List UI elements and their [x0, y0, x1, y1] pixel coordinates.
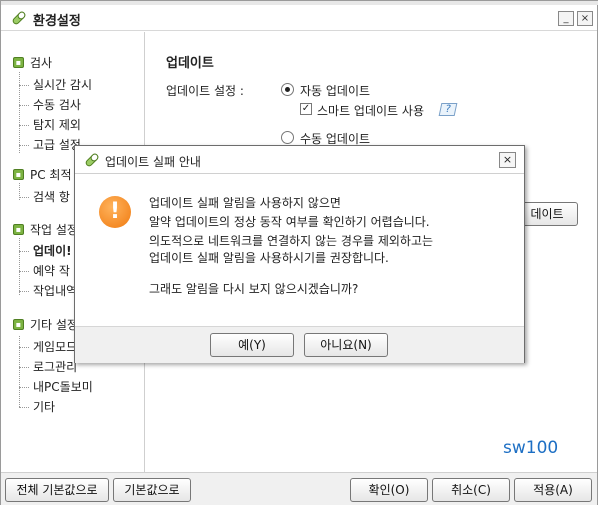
- sidebar-item-search[interactable]: 검색 항: [19, 189, 70, 205]
- sidebar-section-label: 기타 설정: [30, 317, 78, 332]
- watermark-text: sw100: [503, 438, 559, 458]
- dialog-message-line: 알약 업데이트의 정상 동작 여부를 확인하기 어렵습니다.: [149, 215, 430, 229]
- pill-icon: [12, 11, 26, 25]
- title-bar: 환경설정 _ ×: [1, 5, 597, 31]
- sidebar-item-mypc[interactable]: 내PC돌보미: [19, 379, 93, 395]
- dialog-close-button[interactable]: ×: [499, 152, 516, 168]
- sidebar-item-game-mode[interactable]: 게임모드: [18, 339, 77, 355]
- green-bullet-icon: ▪: [13, 223, 24, 235]
- dialog-message-line: 업데이트 실패 알림을 사용하지 않으면: [149, 196, 341, 210]
- auto-update-label[interactable]: 자동 업데이트: [300, 82, 370, 99]
- help-icon[interactable]: ?: [438, 103, 458, 116]
- sidebar-section-label: 작업 설정: [30, 222, 78, 237]
- sidebar-item-history[interactable]: 작업내역: [18, 283, 77, 299]
- sidebar-item-manual-scan[interactable]: 수동 검사: [19, 97, 81, 113]
- dialog-footer: 예(Y) 아니요(N): [75, 326, 524, 363]
- warning-icon: !: [99, 196, 131, 228]
- green-bullet-icon: ▪: [13, 56, 24, 68]
- sidebar-section-label: PC 최적: [30, 167, 72, 182]
- sidebar-section-label: 검사: [30, 55, 53, 70]
- update-now-button[interactable]: 데이트: [516, 202, 578, 226]
- dialog-message-line: 업데이트 실패 알림을 사용하시기를 권장합니다.: [149, 251, 389, 265]
- cancel-button[interactable]: 취소(C): [432, 478, 510, 502]
- sidebar-item-log[interactable]: 로그관리: [18, 359, 77, 375]
- auto-update-radio[interactable]: [281, 83, 294, 96]
- sidebar-item-schedule[interactable]: 예약 작: [19, 263, 70, 279]
- ok-button[interactable]: 확인(O): [350, 478, 428, 502]
- green-bullet-icon: ▪: [13, 318, 24, 330]
- manual-update-radio[interactable]: [281, 131, 294, 144]
- close-button[interactable]: ×: [577, 11, 593, 26]
- sidebar-item-update[interactable]: 업데이!: [19, 243, 72, 259]
- reset-all-button[interactable]: 전체 기본값으로: [5, 478, 109, 502]
- smart-update-checkbox[interactable]: ✓: [300, 103, 312, 115]
- sidebar-section-etc[interactable]: ▪ 기타 설정: [13, 316, 78, 332]
- dialog-title: 업데이트 실패 안내: [105, 155, 201, 169]
- page-title: 업데이트: [166, 56, 214, 71]
- apply-button[interactable]: 적용(A): [514, 478, 592, 502]
- minimize-button[interactable]: _: [558, 11, 574, 26]
- dialog-question: 그래도 알림을 다시 보지 않으시겠습니까?: [149, 282, 359, 296]
- window-title: 환경설정: [33, 14, 81, 29]
- sidebar-section-scan[interactable]: ▪ 검사: [13, 54, 52, 70]
- tree-line: [19, 238, 20, 295]
- update-setting-label: 업데이트 설정 :: [166, 84, 244, 98]
- smart-update-label[interactable]: 스마트 업데이트 사용: [317, 102, 424, 119]
- pill-icon: [85, 153, 99, 167]
- update-fail-dialog: 업데이트 실패 안내 × ! 업데이트 실패 알림을 사용하지 않으면 알약 업…: [74, 145, 525, 363]
- sidebar-item-realtime[interactable]: 실시간 감시: [18, 77, 92, 93]
- sidebar-item-etc[interactable]: 기타: [18, 399, 55, 415]
- sidebar-section-pc-optimize[interactable]: ▪ PC 최적: [13, 166, 72, 182]
- yes-button[interactable]: 예(Y): [210, 333, 294, 357]
- bottom-bar: 전체 기본값으로 기본값으로 확인(O) 취소(C) 적용(A): [1, 472, 597, 505]
- green-bullet-icon: ▪: [13, 168, 24, 180]
- reset-button[interactable]: 기본값으로: [113, 478, 191, 502]
- dialog-title-bar: 업데이트 실패 안내 ×: [75, 146, 524, 174]
- no-button[interactable]: 아니요(N): [304, 333, 388, 357]
- sidebar-item-exclude[interactable]: 탐지 제외: [19, 117, 81, 133]
- dialog-message-line: 의도적으로 네트워크를 연결하지 않는 경우를 제외하고는: [149, 234, 434, 248]
- sidebar-section-task[interactable]: ▪ 작업 설정: [13, 221, 78, 237]
